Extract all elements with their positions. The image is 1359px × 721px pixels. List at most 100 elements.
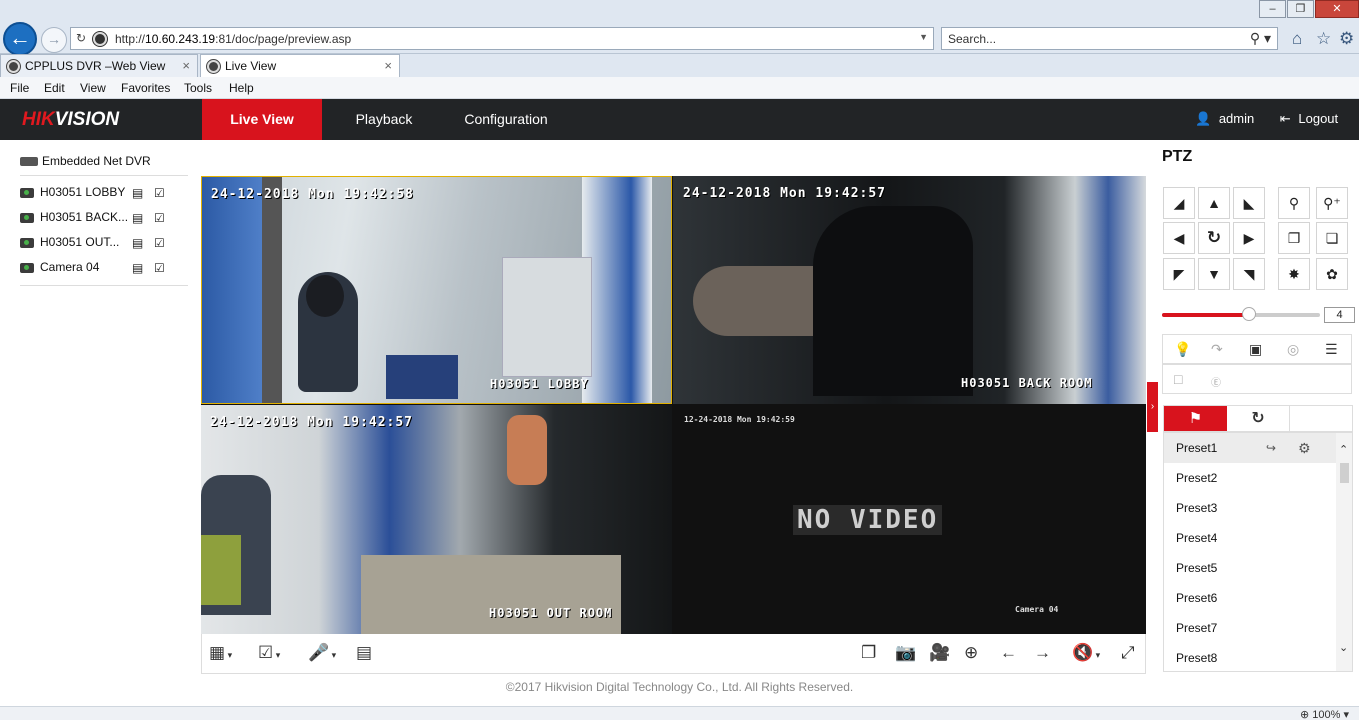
address-text[interactable]: http://10.60.243.19:81/doc/page/preview.… [115, 32, 351, 46]
ptz-up-right-button[interactable]: ◣ [1233, 187, 1265, 219]
gear-icon[interactable]: ⚙ [1298, 433, 1311, 463]
scrollbar-thumb[interactable] [1340, 463, 1349, 483]
chevron-down-icon[interactable]: ▼ [919, 32, 928, 42]
record-icon[interactable]: ▤ [132, 261, 143, 275]
ptz-up-left-button[interactable]: ◢ [1163, 187, 1195, 219]
light-icon[interactable]: 💡 [1174, 341, 1191, 358]
stream-settings-icon[interactable]: ☑ [154, 236, 165, 250]
record-icon[interactable]: ▤ [132, 236, 143, 250]
video-tile-camera-04[interactable]: 12-24-2018 Mon 19:42:59 NO VIDEO Camera … [673, 405, 1146, 634]
close-window-button[interactable]: ✕ [1315, 0, 1359, 18]
gear-icon[interactable]: ⚙ [1339, 29, 1354, 49]
logout-link[interactable]: Logout [1298, 111, 1338, 126]
list-item[interactable]: Preset8 [1164, 643, 1336, 671]
scroll-down-icon[interactable]: ⌄ [1339, 641, 1348, 654]
menu-edit[interactable]: Edit [44, 81, 65, 95]
camera-item[interactable]: H03051 BACK... ▤ ☑ [20, 209, 180, 229]
preset-flag-icon[interactable]: ⚑ [1164, 406, 1227, 431]
favorites-star-icon[interactable]: ☆ [1316, 29, 1331, 49]
auxiliary-focus-icon[interactable]: □ [1174, 371, 1182, 387]
list-item[interactable]: Preset5 [1164, 553, 1336, 583]
next-page-icon[interactable]: → [1034, 643, 1051, 663]
address-bar[interactable]: ↻ http://10.60.243.19:81/doc/page/previe… [70, 27, 934, 50]
menu-view[interactable]: View [80, 81, 106, 95]
menu-file[interactable]: File [10, 81, 29, 95]
ptz-auto-rotate-button[interactable]: ↻ [1198, 222, 1230, 254]
wiper-icon[interactable]: ↷ [1211, 341, 1223, 358]
menu-icon[interactable]: ☰ [1325, 341, 1338, 358]
record-icon[interactable]: ▤ [132, 211, 143, 225]
previous-page-icon[interactable]: ← [1000, 643, 1017, 663]
camera-item[interactable]: Camera 04 ▤ ☑ [20, 259, 180, 279]
zoom-level[interactable]: ⊕ 100% ▾ [1300, 708, 1349, 721]
list-item[interactable]: Preset7 [1164, 613, 1336, 643]
ptz-down-left-button[interactable]: ◤ [1163, 258, 1195, 290]
search-box[interactable]: Search... ⚲ ▾ [941, 27, 1278, 50]
list-item[interactable]: Preset6 [1164, 583, 1336, 613]
ptz-up-button[interactable]: ▲ [1198, 187, 1230, 219]
iris-open-icon[interactable]: ✸ [1278, 258, 1310, 290]
ptz-down-right-button[interactable]: ◥ [1233, 258, 1265, 290]
collapse-panel-handle[interactable]: › [1147, 382, 1158, 432]
display-mode-icon[interactable]: ▤ [356, 643, 372, 663]
digital-zoom-icon[interactable]: ⊕ [964, 643, 978, 663]
ptz-left-button[interactable]: ◀ [1163, 222, 1195, 254]
window-layout-icon[interactable]: ▦ ▾ [209, 643, 232, 663]
camera-item[interactable]: H03051 LOBBY ▤ ☑ [20, 184, 180, 204]
scrollbar[interactable]: ⌃ ⌄ [1336, 433, 1352, 671]
nav-configuration[interactable]: Configuration [450, 99, 562, 140]
zoom-out-icon[interactable]: ⚲ [1278, 187, 1310, 219]
speed-slider-track[interactable] [1162, 307, 1320, 321]
stream-settings-icon[interactable]: ☑ [154, 211, 165, 225]
refresh-icon[interactable]: ↻ [76, 31, 86, 45]
stream-settings-icon[interactable]: ☑ [154, 261, 165, 275]
tab-cpplus[interactable]: CPPLUS DVR –Web View × [0, 54, 198, 77]
list-item[interactable]: Preset1 ↪ ⚙ [1164, 433, 1336, 463]
capture-all-icon[interactable]: ❐ [861, 643, 876, 663]
video-tile-back-room[interactable]: 24-12-2018 Mon 19:42:57 H03051 BACK ROOM [673, 176, 1146, 404]
maximize-button[interactable]: ❐ [1287, 0, 1314, 18]
forward-button[interactable]: → [41, 27, 67, 53]
menu-help[interactable]: Help [229, 81, 254, 95]
video-tile-lobby[interactable]: 24-12-2018 Mon 19:42:58 H03051 LOBBY [201, 176, 672, 404]
close-tab-icon[interactable]: × [182, 55, 190, 77]
nav-live-view[interactable]: Live View [202, 99, 322, 140]
focus-far-icon[interactable]: ❏ [1316, 222, 1348, 254]
record-all-icon[interactable]: 🎥 [929, 643, 950, 663]
speed-value[interactable]: 4 [1324, 307, 1355, 323]
menu-tools[interactable]: Tools [184, 81, 212, 95]
minimize-button[interactable]: – [1259, 0, 1286, 18]
camera-item[interactable]: H03051 OUT... ▤ ☑ [20, 234, 180, 254]
nav-playback[interactable]: Playback [334, 99, 434, 140]
list-item[interactable]: Preset3 [1164, 493, 1336, 523]
focus-near-icon[interactable]: ❐ [1278, 222, 1310, 254]
stream-settings-icon[interactable]: ☑ [154, 186, 165, 200]
logout-icon[interactable]: ⇤ [1280, 111, 1291, 126]
video-tile-out-room[interactable]: 24-12-2018 Mon 19:42:57 H03051 OUT ROOM [201, 405, 672, 634]
speed-slider-handle[interactable] [1241, 307, 1256, 321]
record-icon[interactable]: ▤ [132, 186, 143, 200]
list-item[interactable]: Preset2 [1164, 463, 1336, 493]
3d-positioning-icon[interactable]: Ⓔ [1211, 374, 1221, 389]
menu-favorites[interactable]: Favorites [121, 81, 170, 95]
auto-focus-icon[interactable]: ▣ [1249, 341, 1262, 358]
iris-close-icon[interactable]: ✿ [1316, 258, 1348, 290]
microphone-icon[interactable]: 🎤 ▾ [308, 643, 336, 663]
tab-live-view[interactable]: Live View × [200, 54, 400, 77]
volume-muted-icon[interactable]: 🔇 ▾ [1072, 643, 1100, 663]
stream-type-icon[interactable]: ☑ ▾ [258, 643, 280, 663]
fullscreen-icon[interactable]: ⤢ [1121, 643, 1135, 663]
ptz-down-button[interactable]: ▼ [1198, 258, 1230, 290]
patrol-icon[interactable]: ↻ [1227, 406, 1290, 431]
home-icon[interactable]: ⌂ [1292, 29, 1302, 49]
back-button[interactable]: ← [3, 22, 37, 56]
lens-init-icon[interactable]: ◎ [1287, 341, 1299, 358]
scroll-up-icon[interactable]: ⌃ [1339, 443, 1348, 456]
call-preset-icon[interactable]: ↪ [1266, 433, 1276, 463]
ptz-right-button[interactable]: ▶ [1233, 222, 1265, 254]
snapshot-camera-icon[interactable]: 📷 [895, 643, 916, 663]
close-tab-icon[interactable]: × [384, 55, 392, 77]
search-icon[interactable]: ⚲ ▾ [1250, 30, 1271, 47]
list-item[interactable]: Preset4 [1164, 523, 1336, 553]
tree-root[interactable]: Embedded Net DVR [20, 153, 190, 173]
